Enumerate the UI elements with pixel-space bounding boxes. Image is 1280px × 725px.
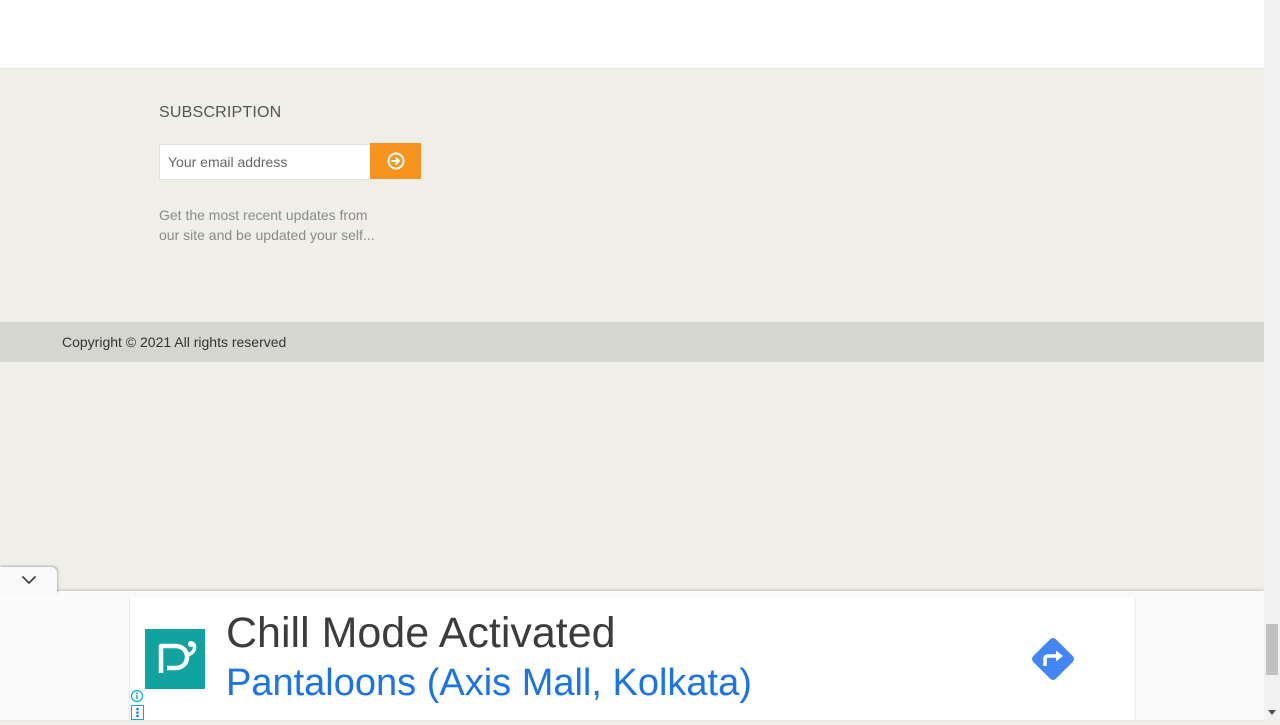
scroll-down-arrow[interactable] bbox=[1264, 704, 1280, 720]
page-top-area bbox=[0, 0, 1264, 69]
adchoices-icon[interactable] bbox=[130, 705, 145, 720]
subscription-description: Get the most recent updates from our sit… bbox=[159, 207, 375, 243]
subscription-title: SUBSCRIPTION bbox=[159, 104, 282, 121]
email-field[interactable] bbox=[159, 144, 371, 180]
ad-collapse-button[interactable] bbox=[0, 567, 57, 593]
info-icon[interactable] bbox=[130, 689, 145, 703]
scrollbar-thumb[interactable] bbox=[1266, 624, 1278, 675]
page-bottom-area bbox=[0, 362, 1264, 590]
copyright-text: Copyright © 2021 All rights reserved bbox=[62, 334, 287, 350]
triangle-down-icon bbox=[1268, 709, 1276, 715]
ad-headline[interactable]: Chill Mode Activated bbox=[226, 609, 616, 658]
chevron-down-icon bbox=[21, 575, 37, 585]
pantaloons-logo-icon[interactable] bbox=[145, 629, 205, 689]
ad-subline[interactable]: Pantaloons (Axis Mall, Kolkata) bbox=[226, 662, 752, 705]
subscribe-button[interactable] bbox=[370, 143, 421, 179]
directions-icon[interactable] bbox=[1029, 635, 1077, 683]
arrow-circle-right-icon bbox=[387, 152, 405, 170]
scrollbar[interactable] bbox=[1264, 0, 1280, 720]
